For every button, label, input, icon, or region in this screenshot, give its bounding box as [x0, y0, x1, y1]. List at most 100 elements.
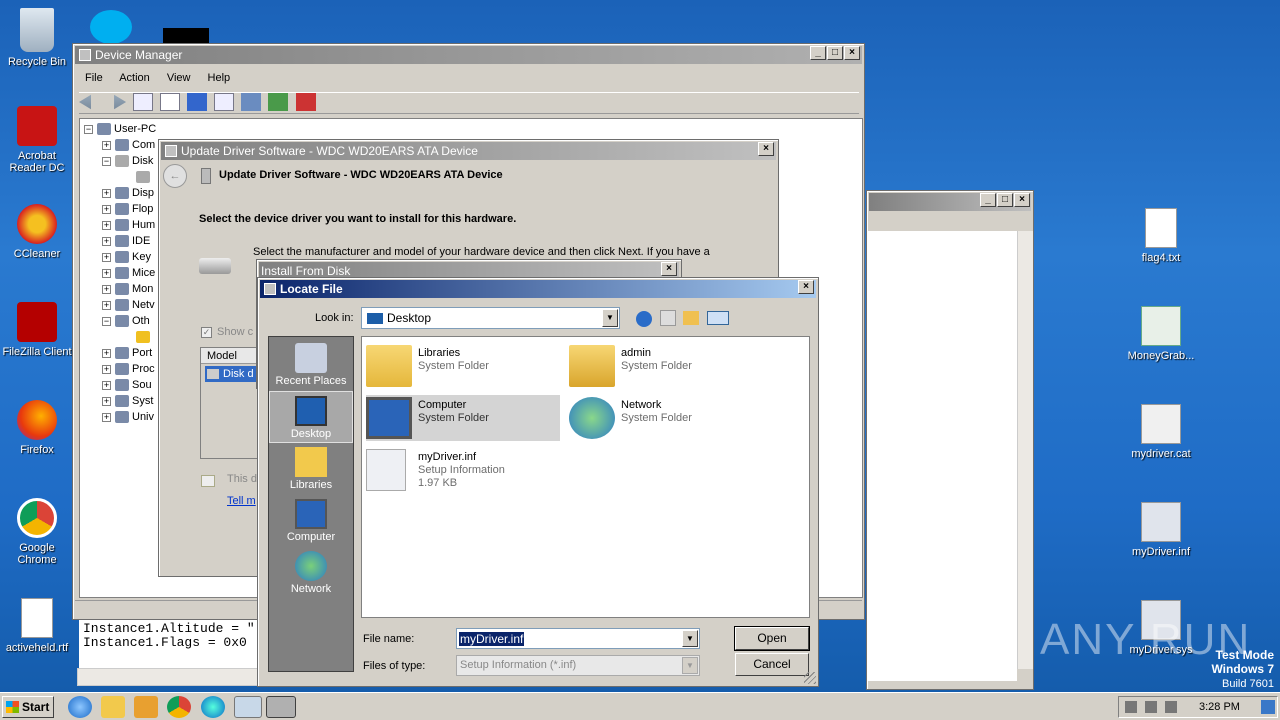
chevron-down-icon[interactable]: ▼ [682, 630, 698, 647]
desktop-icon-mydriver-cat[interactable]: mydriver.cat [1121, 404, 1201, 460]
device-manager-titlebar[interactable]: Device Manager [75, 46, 862, 64]
collapse-icon[interactable]: − [84, 124, 93, 134]
look-in-select[interactable]: Desktop ▼ [361, 307, 620, 329]
file-item-admin[interactable]: admin System Folder [569, 343, 759, 389]
back-button[interactable]: ← [163, 164, 187, 188]
desktop-icon-recycle-bin[interactable]: Recycle Bin [0, 8, 77, 68]
desktop-icon-acrobat[interactable]: Acrobat Reader DC [0, 106, 77, 174]
tree-node[interactable]: + Flop [102, 201, 153, 217]
chrome-icon[interactable] [167, 696, 191, 718]
expand-icon[interactable]: + [102, 284, 111, 294]
up-folder-icon[interactable] [660, 310, 676, 326]
uninstall-icon[interactable] [295, 93, 316, 111]
tree-node[interactable]: + Hum [102, 217, 155, 233]
tree-root[interactable]: − User-PC [84, 121, 156, 137]
file-item-libraries[interactable]: Libraries System Folder [366, 343, 556, 389]
view-icon[interactable] [214, 93, 235, 111]
tree-node[interactable]: + IDE [102, 233, 150, 249]
menu-action[interactable]: Action [119, 72, 150, 84]
menu-view[interactable]: View [167, 72, 191, 84]
desktop-icon-flag4[interactable]: flag4.txt [1121, 208, 1201, 264]
tree-node[interactable]: + Univ [102, 409, 154, 425]
expand-icon[interactable]: + [102, 252, 111, 262]
vertical-scrollbar[interactable] [1017, 231, 1033, 669]
tree-node[interactable]: + Netv [102, 297, 155, 313]
expand-icon[interactable]: + [102, 140, 111, 150]
edge-icon[interactable] [201, 696, 225, 718]
console-hscroll[interactable] [77, 668, 267, 686]
expand-icon[interactable]: + [102, 300, 111, 310]
desktop-icon-filezilla[interactable]: FileZilla Client [0, 302, 77, 358]
show-desktop-button[interactable] [1261, 700, 1275, 714]
back-icon[interactable] [79, 94, 91, 110]
minimize-button[interactable]: _ [810, 46, 826, 60]
view-menu-icon[interactable] [707, 311, 729, 325]
flag-icon[interactable] [1165, 701, 1177, 713]
maximize-button[interactable]: □ [997, 193, 1013, 207]
update-driver-icon[interactable] [268, 93, 289, 111]
locate-file-dialog[interactable]: Locate File × Look in: Desktop ▼ Recent … [257, 277, 819, 687]
chevron-down-icon[interactable]: ▼ [682, 657, 698, 674]
tell-me-link[interactable]: Tell m [227, 495, 256, 507]
close-button[interactable]: × [661, 262, 677, 276]
expand-icon[interactable]: + [102, 348, 111, 358]
place-desktop[interactable]: Desktop [269, 391, 353, 443]
tree-node[interactable]: + Sou [102, 377, 152, 393]
update-driver-titlebar[interactable]: Update Driver Software - WDC WD20EARS AT… [161, 142, 776, 160]
show-hide-tree-icon[interactable] [133, 93, 154, 111]
file-name-input[interactable]: myDriver.inf ▼ [456, 628, 700, 649]
volume-icon[interactable] [1125, 701, 1137, 713]
tree-node[interactable]: + Mice [102, 265, 155, 281]
help-icon[interactable] [187, 93, 208, 111]
minimize-button[interactable]: _ [980, 193, 996, 207]
collapse-icon[interactable]: − [102, 316, 111, 326]
ie-icon[interactable] [68, 696, 92, 718]
tree-node[interactable]: + Com [102, 137, 155, 153]
go-back-icon[interactable] [636, 311, 652, 327]
device-manager-task-icon[interactable] [266, 696, 296, 718]
desktop-icon-activeheld[interactable]: activeheld.rtf [0, 598, 77, 654]
collapse-icon[interactable]: − [102, 156, 111, 166]
chevron-down-icon[interactable]: ▼ [602, 309, 618, 327]
tree-node[interactable]: + Mon [102, 281, 153, 297]
expand-icon[interactable]: + [102, 364, 111, 374]
tree-node[interactable]: − Oth [102, 313, 150, 329]
network-tray-icon[interactable] [1145, 701, 1157, 713]
file-type-select[interactable]: Setup Information (*.inf) ▼ [456, 655, 700, 676]
tree-node[interactable]: + Syst [102, 393, 153, 409]
menu-help[interactable]: Help [208, 72, 231, 84]
scan-hardware-icon[interactable] [241, 93, 262, 111]
close-button[interactable]: × [798, 280, 814, 294]
expand-icon[interactable]: + [102, 396, 111, 406]
locate-file-titlebar[interactable]: Locate File [260, 280, 816, 298]
new-folder-icon[interactable] [683, 311, 699, 325]
close-button[interactable]: × [844, 46, 860, 60]
desktop-icon-firefox[interactable]: Firefox [0, 400, 77, 456]
notepad-task-icon[interactable] [234, 696, 262, 718]
tree-node[interactable]: + Proc [102, 361, 155, 377]
expand-icon[interactable]: + [102, 236, 111, 246]
properties-icon[interactable] [160, 93, 181, 111]
tree-node[interactable] [136, 329, 153, 345]
expand-icon[interactable]: + [102, 204, 111, 214]
expand-icon[interactable]: + [102, 412, 111, 422]
expand-icon[interactable]: + [102, 268, 111, 278]
media-player-icon[interactable] [134, 696, 158, 718]
forward-icon[interactable] [114, 94, 127, 110]
tree-node[interactable]: − Disk [102, 153, 153, 169]
explorer-icon[interactable] [101, 696, 125, 718]
tree-node[interactable] [136, 169, 153, 185]
cancel-button[interactable]: Cancel [735, 653, 809, 676]
file-item-computer[interactable]: Computer System Folder [366, 395, 560, 441]
place-computer[interactable]: Computer [269, 499, 353, 543]
tree-node[interactable]: + Disp [102, 185, 154, 201]
close-button[interactable]: × [758, 142, 774, 156]
background-window[interactable]: _ □ × [866, 190, 1034, 690]
desktop-icon-mydriver-inf[interactable]: myDriver.inf [1121, 502, 1201, 558]
expand-icon[interactable]: + [102, 220, 111, 230]
place-recent[interactable]: Recent Places [269, 343, 353, 387]
start-button[interactable]: Start [2, 696, 54, 718]
tree-node[interactable]: + Port [102, 345, 152, 361]
desktop-icon-chrome[interactable]: Google Chrome [0, 498, 77, 566]
show-compatible-checkbox[interactable]: ✓ [201, 327, 212, 338]
